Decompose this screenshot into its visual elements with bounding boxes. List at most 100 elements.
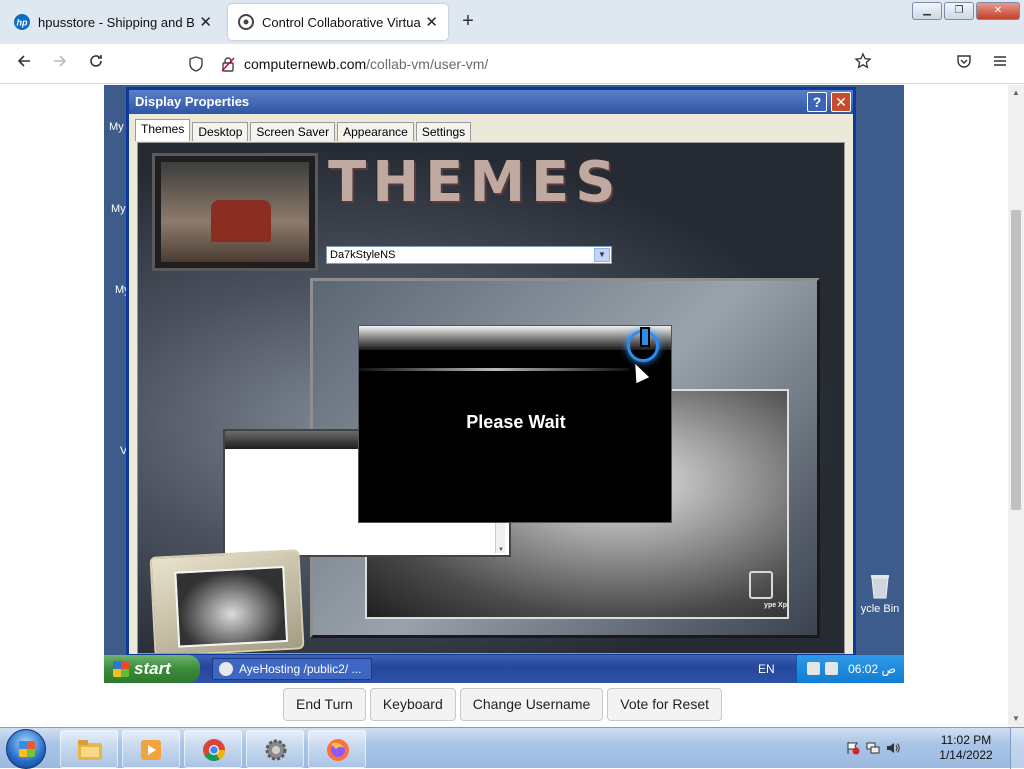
scrollbar-thumb[interactable] — [1011, 210, 1021, 510]
network-icon — [219, 662, 233, 676]
forward-arrow-icon — [54, 55, 67, 67]
page-scrollbar[interactable]: ▲ ▼ — [1008, 85, 1024, 727]
pinned-firefox[interactable] — [308, 730, 366, 768]
window-controls: ▁ ❐ ✕ — [912, 2, 1020, 20]
tab-desktop[interactable]: Desktop — [192, 122, 249, 141]
windows-flag-icon — [113, 661, 129, 677]
pocket-button[interactable] — [952, 52, 976, 76]
end-turn-button[interactable]: End Turn — [283, 688, 366, 721]
folder-photo — [174, 565, 289, 648]
bookmark-star-button[interactable] — [851, 52, 875, 76]
wait-message: Please Wait — [466, 412, 566, 432]
recycle-bin-icon — [749, 571, 773, 599]
change-username-button[interactable]: Change Username — [459, 688, 604, 721]
armchair-image — [211, 200, 271, 242]
show-desktop-button[interactable] — [1010, 728, 1024, 769]
recycle-bin-icon — [871, 575, 889, 599]
power-icon — [627, 327, 659, 362]
tab-hpusstore[interactable]: hp hpusstore - Shipping and Billing ✕ — [4, 4, 222, 40]
recycle-bin-label: ype Xp — [764, 602, 787, 609]
browser-nav-bar: computernewb.com/collab-vm/user-vm/ — [0, 44, 1024, 84]
monitor-wallpaper — [161, 162, 309, 262]
svg-text:hp: hp — [17, 18, 28, 28]
vote-for-reset-button[interactable]: Vote for Reset — [607, 688, 722, 721]
insecure-lock-icon[interactable] — [218, 54, 238, 74]
desktop-icon-label[interactable]: My — [109, 121, 124, 133]
display-properties-window: Display Properties ? ✕ Themes Desktop Sc… — [126, 87, 856, 657]
firefox-icon — [327, 739, 349, 761]
please-wait-dialog: Please Wait — [358, 325, 672, 523]
tracking-shield-icon[interactable] — [186, 54, 206, 74]
desktop-icon-label[interactable]: My — [111, 203, 126, 215]
scroll-up-icon[interactable]: ▲ — [1008, 85, 1024, 101]
tab-screen-saver[interactable]: Screen Saver — [250, 122, 336, 141]
star-icon — [854, 52, 872, 69]
menu-button[interactable] — [988, 52, 1012, 76]
back-button[interactable] — [12, 52, 36, 76]
wait-dialog-title-bar — [359, 326, 671, 350]
folder-artwork — [149, 549, 305, 653]
dialog-close-button[interactable]: ✕ — [831, 92, 851, 112]
keyboard-button[interactable]: Keyboard — [369, 688, 456, 721]
tab-appearance[interactable]: Appearance — [337, 122, 414, 141]
gear-icon — [265, 739, 287, 761]
minimize-button[interactable]: ▁ — [912, 2, 942, 20]
xp-clock[interactable]: 06:02 ص — [848, 662, 896, 676]
url-path: /collab-vm/user-vm/ — [366, 56, 489, 72]
tab-themes[interactable]: Themes — [135, 119, 191, 141]
chevron-down-icon[interactable]: ▼ — [594, 248, 610, 262]
vm-control-buttons: End Turn Keyboard Change Username Vote f… — [283, 688, 722, 721]
task-label: AyeHosting /public2/ ... — [239, 662, 362, 676]
folder-icon — [78, 740, 102, 760]
back-arrow-icon — [17, 55, 30, 67]
desktop-recycle-bin[interactable]: ycle Bin — [850, 572, 904, 615]
forward-button[interactable] — [48, 52, 72, 76]
collabvm-logo-icon — [238, 14, 254, 30]
dialog-tabs: Themes Desktop Screen Saver Appearance S… — [135, 119, 472, 141]
vm-screen[interactable]: My My My V ycle Bin Display Properties ?… — [104, 85, 904, 683]
network-icon[interactable] — [866, 741, 880, 755]
dialog-title-bar[interactable]: Display Properties ? ✕ — [129, 90, 853, 114]
reload-icon — [90, 55, 102, 67]
theme-dropdown-value: Da7kStyleNS — [330, 249, 396, 261]
pinned-settings-app[interactable] — [246, 730, 304, 768]
maximize-button[interactable]: ❐ — [944, 2, 974, 20]
start-button[interactable]: start — [104, 655, 200, 683]
recycle-bin-label: ycle Bin — [860, 603, 900, 615]
tab-collab-vm[interactable]: Control Collaborative Virtual M ✕ — [228, 4, 448, 40]
themes-panel: THEMES Da7kStyleNS ▼ ype Xp ✕ ▲ — [137, 142, 845, 654]
help-button[interactable]: ? — [807, 92, 827, 112]
xp-taskbar: start AyeHosting /public2/ ... EN 06:02 … — [104, 655, 904, 683]
clock-time: 11:02 PM — [940, 733, 992, 747]
clock-date: 1/14/2022 — [939, 748, 993, 762]
tray-icon[interactable] — [807, 662, 820, 675]
taskbar-clock[interactable]: 11:02 PM 1/14/2022 — [936, 733, 996, 763]
tab-close-icon[interactable]: ✕ — [425, 13, 438, 31]
browser-tab-strip: hp hpusstore - Shipping and Billing ✕ Co… — [0, 0, 1024, 44]
taskbar-task-button[interactable]: AyeHosting /public2/ ... — [212, 658, 372, 680]
windows-start-orb[interactable] — [6, 729, 46, 769]
tab-title: hpusstore - Shipping and Billing — [38, 14, 195, 30]
pinned-file-explorer[interactable] — [60, 730, 118, 768]
pinned-media-player[interactable] — [122, 730, 180, 768]
chrome-icon — [203, 739, 225, 761]
scroll-down-icon: ▼ — [498, 547, 504, 553]
theme-dropdown[interactable]: Da7kStyleNS ▼ — [326, 246, 612, 264]
reload-button[interactable] — [84, 52, 108, 76]
dialog-title: Display Properties — [135, 94, 250, 109]
pocket-icon — [957, 55, 971, 68]
media-player-icon — [141, 740, 161, 760]
tab-close-icon[interactable]: ✕ — [199, 13, 212, 31]
close-window-button[interactable]: ✕ — [976, 2, 1020, 20]
scroll-down-icon[interactable]: ▼ — [1008, 711, 1024, 727]
action-center-flag-icon[interactable] — [846, 741, 860, 755]
themes-banner: THEMES — [328, 150, 622, 215]
tray-icon[interactable] — [825, 662, 838, 675]
pinned-chrome[interactable] — [184, 730, 242, 768]
volume-icon[interactable] — [886, 741, 900, 755]
url-bar[interactable]: computernewb.com/collab-vm/user-vm/ — [180, 48, 880, 80]
new-tab-button[interactable]: + — [456, 10, 480, 34]
language-indicator[interactable]: EN — [758, 655, 775, 683]
tab-settings[interactable]: Settings — [415, 122, 472, 141]
tab-title: Control Collaborative Virtual M — [262, 14, 422, 30]
